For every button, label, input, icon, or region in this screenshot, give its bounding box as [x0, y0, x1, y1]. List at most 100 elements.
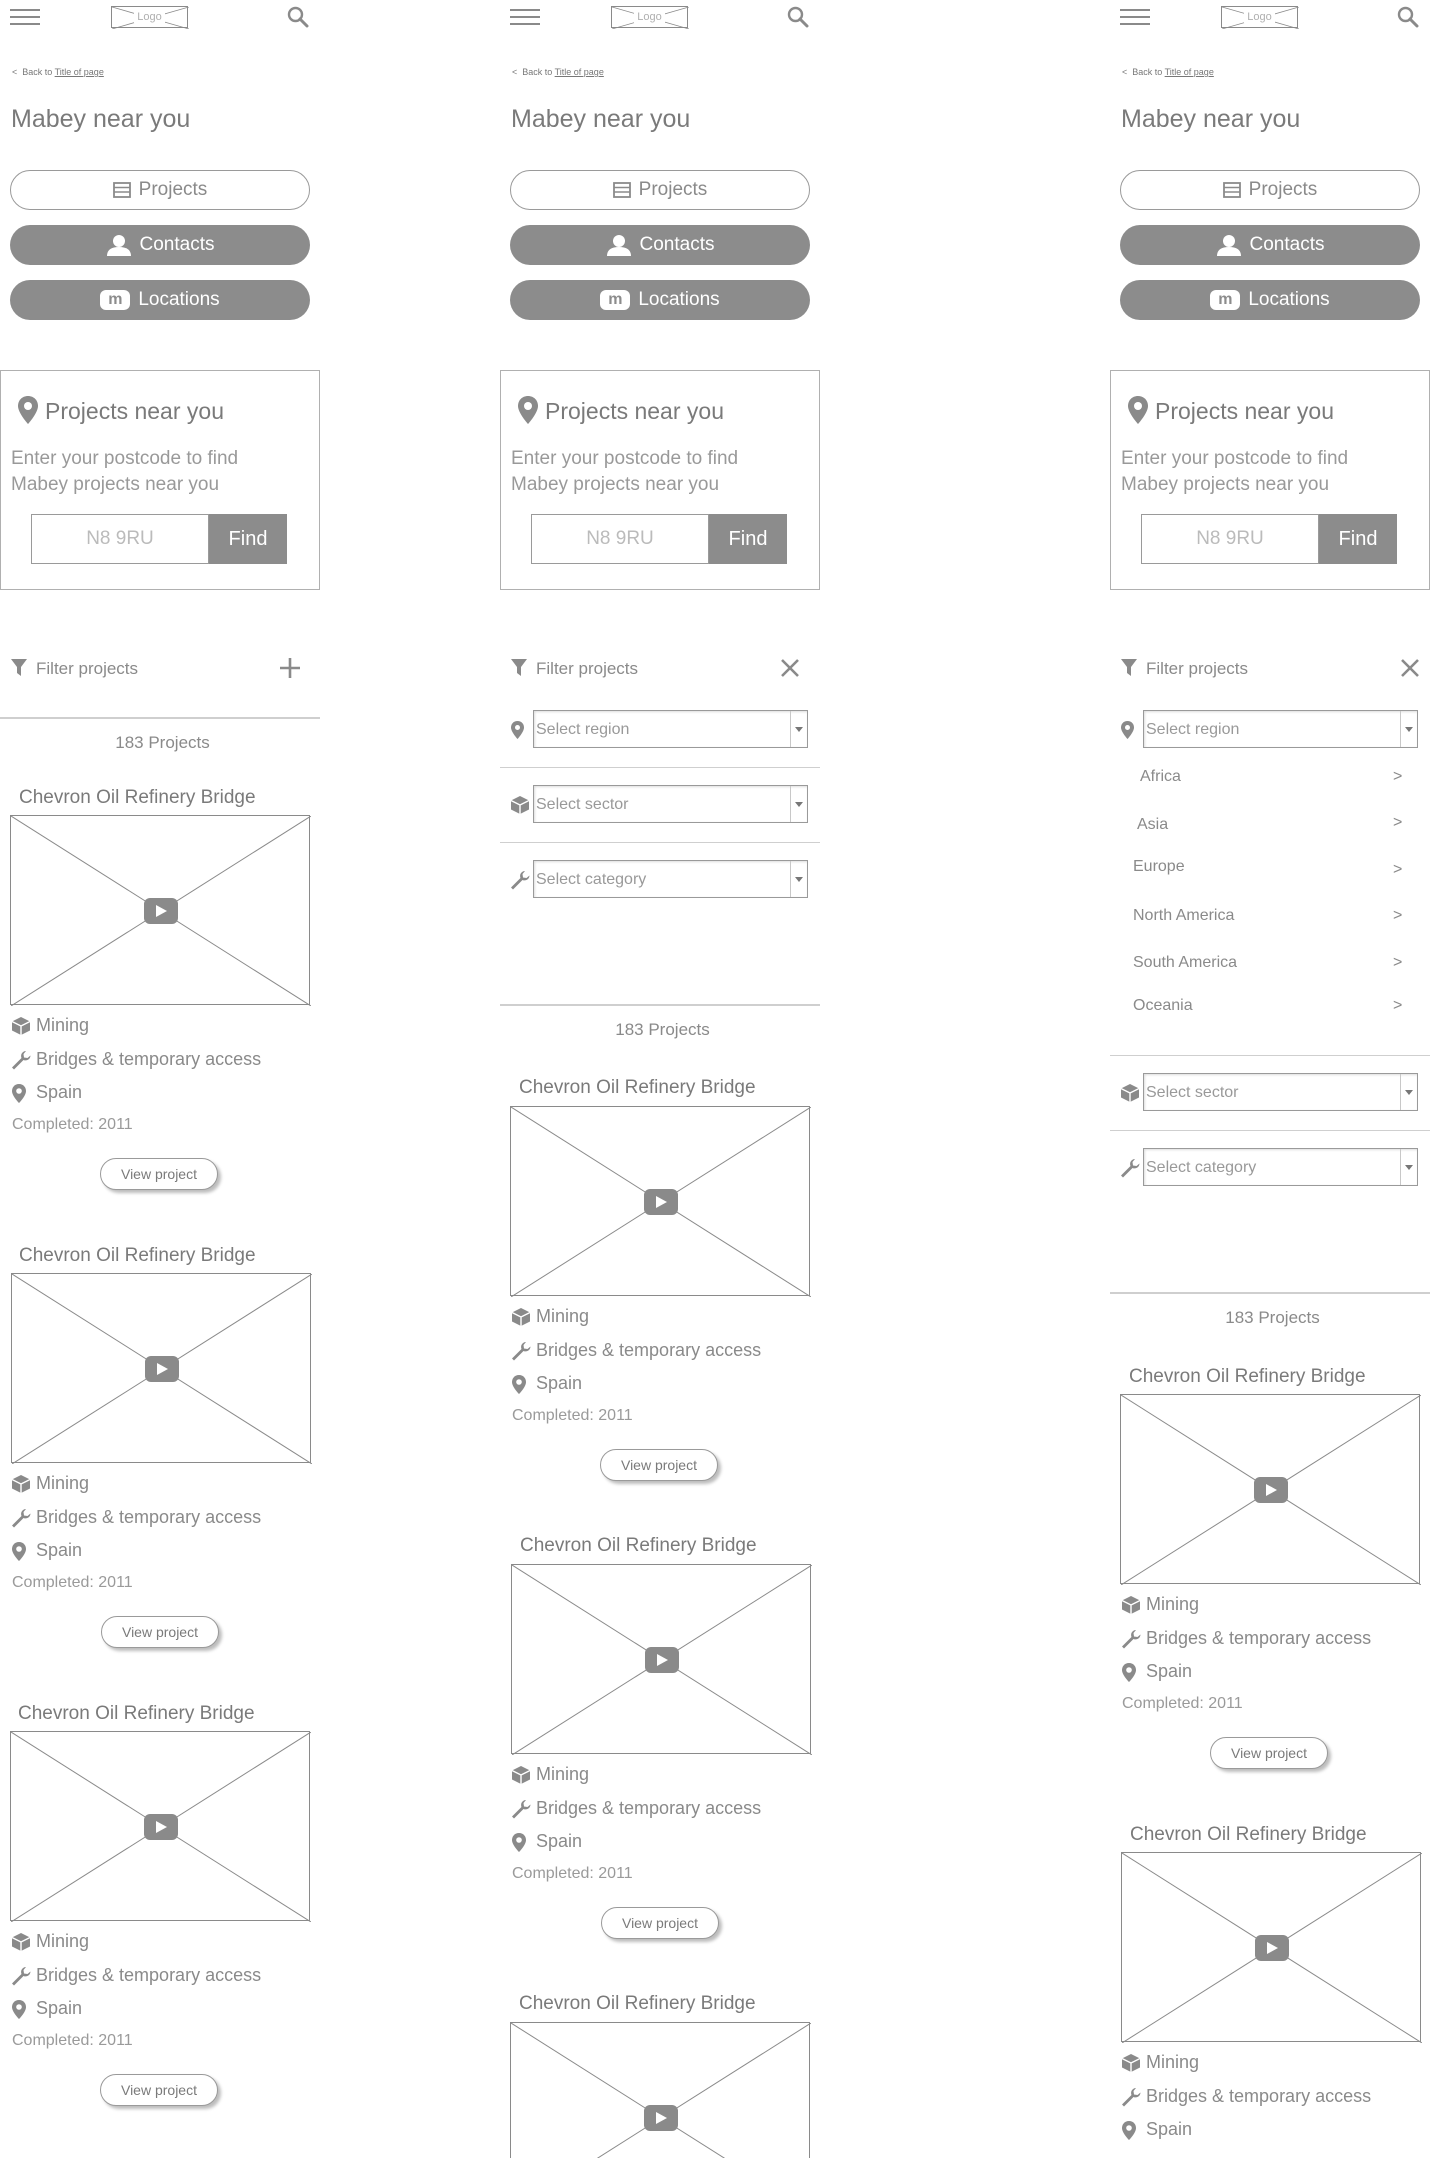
menu-icon[interactable]	[510, 9, 540, 25]
sector-select[interactable]: Select sector	[1143, 1073, 1418, 1111]
list-icon	[1222, 182, 1241, 198]
project-video-thumbnail[interactable]	[510, 2022, 811, 2158]
region-option-asia[interactable]: Asia	[1137, 816, 1168, 834]
projects-button[interactable]: Projects	[510, 170, 810, 210]
chevron-right-icon[interactable]: >	[1393, 997, 1402, 1015]
logo[interactable]: Logo	[111, 6, 189, 29]
project-title[interactable]: Chevron Oil Refinery Bridge	[19, 1245, 256, 1267]
project-video-thumbnail[interactable]	[10, 1731, 311, 1922]
chevron-right-icon[interactable]: >	[1393, 954, 1402, 972]
find-button[interactable]: Find	[1319, 514, 1397, 564]
locations-button[interactable]: m Locations	[10, 280, 310, 320]
region-option-africa[interactable]: Africa	[1140, 768, 1181, 786]
filter-header[interactable]: Filter projects	[511, 655, 816, 685]
chevron-right-icon[interactable]: >	[1393, 768, 1402, 786]
project-video-thumbnail[interactable]	[1120, 1394, 1421, 1585]
logo[interactable]: Logo	[611, 6, 689, 29]
region-select[interactable]: Select region	[1143, 710, 1418, 748]
project-video-thumbnail[interactable]	[510, 1106, 811, 1297]
filter-header[interactable]: Filter projects	[1121, 655, 1426, 685]
project-title[interactable]: Chevron Oil Refinery Bridge	[18, 1703, 255, 1725]
category-select[interactable]: Select category	[533, 860, 808, 898]
locations-button[interactable]: m Locations	[1120, 280, 1420, 320]
plus-icon[interactable]	[279, 657, 301, 679]
divider	[500, 1004, 820, 1006]
location-pin-icon	[512, 1833, 526, 1852]
contacts-button[interactable]: Contacts	[1120, 225, 1420, 265]
mabey-icon: m	[1210, 290, 1241, 310]
project-video-thumbnail[interactable]	[11, 1273, 312, 1464]
postcode-input[interactable]: N8 9RU	[31, 514, 209, 564]
close-icon[interactable]	[1401, 659, 1419, 677]
category-select[interactable]: Select category	[1143, 1148, 1418, 1186]
contacts-button[interactable]: Contacts	[10, 225, 310, 265]
menu-icon[interactable]	[1120, 9, 1150, 25]
find-button[interactable]: Find	[209, 514, 287, 564]
region-select[interactable]: Select region	[533, 710, 808, 748]
chevron-right-icon[interactable]: >	[1393, 907, 1402, 925]
logo[interactable]: Logo	[1221, 6, 1299, 29]
postcode-input[interactable]: N8 9RU	[531, 514, 709, 564]
chevron-down-icon	[1400, 1149, 1417, 1185]
funnel-icon	[11, 659, 27, 676]
wrench-icon	[1121, 1159, 1140, 1178]
view-project-button[interactable]: View project	[101, 1616, 219, 1648]
contacts-button[interactable]: Contacts	[510, 225, 810, 265]
cube-icon	[11, 1475, 31, 1493]
location-pin-icon	[12, 2000, 26, 2019]
region-option-europe[interactable]: Europe	[1133, 858, 1185, 876]
project-title[interactable]: Chevron Oil Refinery Bridge	[520, 1535, 757, 1557]
view-project-button[interactable]: View project	[601, 1907, 719, 1939]
project-video-thumbnail[interactable]	[1121, 1852, 1422, 2043]
project-title[interactable]: Chevron Oil Refinery Bridge	[19, 787, 256, 809]
location-pin-icon	[518, 396, 538, 424]
search-icon[interactable]	[287, 6, 309, 28]
view-project-button[interactable]: View project	[1210, 1737, 1328, 1769]
project-title[interactable]: Chevron Oil Refinery Bridge	[1129, 1366, 1366, 1388]
back-link[interactable]: < Back to Title of page	[1122, 67, 1214, 77]
near-you-text: Enter your postcode to find Mabey project…	[1121, 448, 1349, 495]
location-pin-icon	[1122, 2121, 1136, 2140]
view-project-button[interactable]: View project	[100, 2074, 218, 2106]
region-option-oceania[interactable]: Oceania	[1133, 997, 1193, 1015]
wrench-icon	[12, 1051, 31, 1070]
close-icon[interactable]	[781, 659, 799, 677]
cube-icon	[11, 1933, 31, 1951]
page-title: Mabey near you	[11, 105, 191, 133]
cube-icon	[11, 1017, 31, 1035]
search-icon[interactable]	[787, 6, 809, 28]
project-completed: Completed: 2011	[512, 1865, 633, 1882]
near-you-text: Enter your postcode to find Mabey project…	[511, 448, 739, 495]
project-title[interactable]: Chevron Oil Refinery Bridge	[1130, 1824, 1367, 1846]
back-link[interactable]: < Back to Title of page	[12, 67, 104, 77]
project-completed: Completed: 2011	[12, 2032, 133, 2049]
region-select-row: Select region	[510, 710, 815, 750]
projects-button[interactable]: Projects	[1120, 170, 1420, 210]
project-title[interactable]: Chevron Oil Refinery Bridge	[519, 1077, 756, 1099]
project-title[interactable]: Chevron Oil Refinery Bridge	[519, 1993, 756, 2015]
filter-header[interactable]: Filter projects	[11, 655, 316, 685]
location-pin-icon	[1122, 1663, 1136, 1682]
view-project-button[interactable]: View project	[100, 1158, 218, 1190]
chevron-right-icon[interactable]: >	[1393, 814, 1402, 832]
locations-button[interactable]: m Locations	[510, 280, 810, 320]
location-pin-icon	[18, 396, 38, 424]
projects-button[interactable]: Projects	[10, 170, 310, 210]
divider	[0, 717, 320, 719]
search-icon[interactable]	[1397, 6, 1419, 28]
sector-select-row: Select sector	[510, 785, 815, 825]
project-video-thumbnail[interactable]	[10, 815, 311, 1006]
cube-icon	[510, 796, 530, 814]
category-select-row: Select category	[1120, 1148, 1425, 1188]
project-completed: Completed: 2011	[1122, 1695, 1243, 1712]
back-link[interactable]: < Back to Title of page	[512, 67, 604, 77]
menu-icon[interactable]	[10, 9, 40, 25]
chevron-right-icon[interactable]: >	[1393, 861, 1402, 879]
region-option-south-america[interactable]: South America	[1133, 954, 1237, 972]
region-option-north-america[interactable]: North America	[1133, 907, 1234, 925]
project-video-thumbnail[interactable]	[511, 1564, 812, 1755]
postcode-input[interactable]: N8 9RU	[1141, 514, 1319, 564]
sector-select[interactable]: Select sector	[533, 785, 808, 823]
view-project-button[interactable]: View project	[600, 1449, 718, 1481]
find-button[interactable]: Find	[709, 514, 787, 564]
